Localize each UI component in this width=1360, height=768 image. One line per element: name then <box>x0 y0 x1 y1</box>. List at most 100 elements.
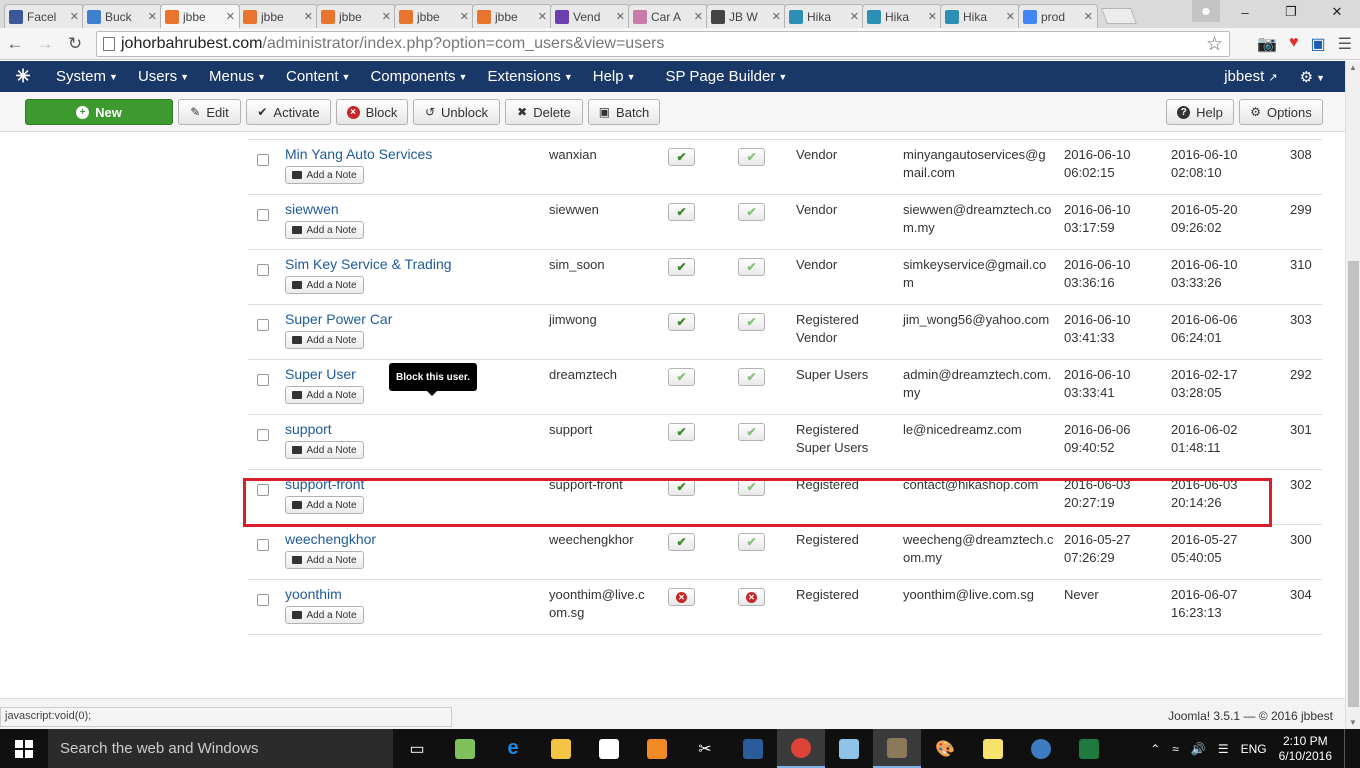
activated-toggle[interactable]: ✔ <box>738 368 765 386</box>
enabled-toggle[interactable]: ✔ <box>668 258 695 276</box>
new-button[interactable]: + New <box>25 99 173 125</box>
tab-close-icon[interactable]: ✕ <box>772 10 781 23</box>
tab-close-icon[interactable]: ✕ <box>148 10 157 23</box>
delete-button[interactable]: ✖ Delete <box>505 99 583 125</box>
tab-close-icon[interactable]: ✕ <box>616 10 625 23</box>
menu-users[interactable]: Users ▼ <box>128 68 199 85</box>
bookmark-star-icon[interactable]: ☆ <box>1206 33 1223 56</box>
edge-browser-icon[interactable]: e <box>489 729 537 768</box>
add-note-button[interactable]: Add a Note <box>285 276 364 294</box>
reload-icon[interactable]: ↻ <box>60 34 90 54</box>
notepad-app-icon[interactable] <box>441 729 489 768</box>
menu-components[interactable]: Components ▼ <box>360 68 477 85</box>
tab-close-icon[interactable]: ✕ <box>226 10 235 23</box>
user-name-link[interactable]: weechengkhor <box>285 531 376 547</box>
notes-app-icon[interactable] <box>825 729 873 768</box>
sticky-notes-icon[interactable] <box>969 729 1017 768</box>
excel-icon[interactable] <box>1065 729 1113 768</box>
tab-close-icon[interactable]: ✕ <box>850 10 859 23</box>
cast-icon[interactable]: ▣ <box>1311 34 1326 54</box>
add-note-button[interactable]: Add a Note <box>285 606 364 624</box>
virtualbox-icon[interactable] <box>729 729 777 768</box>
add-note-button[interactable]: Add a Note <box>285 496 364 514</box>
row-checkbox[interactable] <box>257 319 269 331</box>
user-name-link[interactable]: support <box>285 421 332 437</box>
add-note-button[interactable]: Add a Note <box>285 331 364 349</box>
tab-close-icon[interactable]: ✕ <box>1006 10 1015 23</box>
notifications-icon[interactable] <box>1344 729 1350 768</box>
block-button[interactable]: × Block <box>336 99 408 125</box>
gimp-icon[interactable] <box>873 729 921 768</box>
activated-toggle[interactable]: ✔ <box>738 258 765 276</box>
help-button[interactable]: ? Help <box>1166 99 1234 125</box>
tab-close-icon[interactable]: ✕ <box>382 10 391 23</box>
profile-icon[interactable]: ☻ <box>1192 0 1220 22</box>
new-tab-button[interactable] <box>1101 8 1137 24</box>
add-note-button[interactable]: Add a Note <box>285 441 364 459</box>
site-user-link[interactable]: jbbest ↗ <box>1224 68 1277 85</box>
activated-toggle[interactable]: ✔ <box>738 203 765 221</box>
browser-tab[interactable]: jbbe ✕ <box>238 4 318 28</box>
tab-close-icon[interactable]: ✕ <box>70 10 79 23</box>
joomla-logo-icon[interactable]: ✳ <box>0 66 46 87</box>
activated-toggle[interactable]: ✕ <box>738 588 765 606</box>
user-name-link[interactable]: Super User <box>285 366 356 382</box>
activated-toggle[interactable]: ✔ <box>738 478 765 496</box>
browser-tab[interactable]: jbbe ✕ <box>472 4 552 28</box>
enabled-toggle[interactable]: ✔ <box>668 423 695 441</box>
row-checkbox[interactable] <box>257 209 269 221</box>
task-view-icon[interactable]: ▭ <box>393 729 441 768</box>
user-menu[interactable]: ⚙ ▼ <box>1300 68 1325 86</box>
browser-tab[interactable]: jbbe ✕ <box>394 4 474 28</box>
options-button[interactable]: ⚙ Options <box>1239 99 1323 125</box>
xampp-icon[interactable] <box>633 729 681 768</box>
add-note-button[interactable]: Add a Note <box>285 221 364 239</box>
browser-tab[interactable]: JB W ✕ <box>706 4 786 28</box>
browser-tab[interactable]: jbbe ✕ <box>316 4 396 28</box>
enabled-toggle[interactable]: ✔ <box>668 313 695 331</box>
browser-tab[interactable]: Hika ✕ <box>940 4 1020 28</box>
taskbar-search[interactable]: Search the web and Windows <box>48 729 393 768</box>
close-window-icon[interactable]: ✕ <box>1314 0 1360 24</box>
activated-toggle[interactable]: ✔ <box>738 313 765 331</box>
add-note-button[interactable]: Add a Note <box>285 386 364 404</box>
back-icon[interactable]: ← <box>0 34 30 54</box>
browser-tab[interactable]: Vend ✕ <box>550 4 630 28</box>
menu-sp-page-builder[interactable]: SP Page Builder ▼ <box>656 68 798 85</box>
tab-close-icon[interactable]: ✕ <box>694 10 703 23</box>
row-checkbox[interactable] <box>257 429 269 441</box>
file-explorer-icon[interactable] <box>537 729 585 768</box>
pocket-icon[interactable]: ♥ <box>1289 34 1299 54</box>
start-button[interactable] <box>0 729 48 768</box>
scroll-thumb[interactable] <box>1348 261 1359 707</box>
menu-help[interactable]: Help ▼ <box>583 68 646 85</box>
camera-icon[interactable]: 📷 <box>1257 34 1277 54</box>
row-checkbox[interactable] <box>257 539 269 551</box>
enabled-toggle[interactable]: ✔ <box>668 148 695 166</box>
tab-close-icon[interactable]: ✕ <box>460 10 469 23</box>
menu-icon[interactable]: ☰ <box>1338 34 1352 54</box>
show-hidden-icons-icon[interactable]: ⌃ <box>1150 742 1160 756</box>
row-checkbox[interactable] <box>257 594 269 606</box>
thunderbird-icon[interactable] <box>1017 729 1065 768</box>
browser-tab[interactable]: jbbe ✕ <box>160 4 240 28</box>
user-name-link[interactable]: Min Yang Auto Services <box>285 146 432 162</box>
unblock-button[interactable]: ↺ Unblock <box>413 99 500 125</box>
browser-tab[interactable]: prod ✕ <box>1018 4 1098 28</box>
maximize-icon[interactable]: ❐ <box>1268 0 1314 24</box>
chrome-icon[interactable] <box>777 729 825 768</box>
enabled-toggle[interactable]: ✔ <box>668 203 695 221</box>
minimize-icon[interactable]: – <box>1222 0 1268 24</box>
activated-toggle[interactable]: ✔ <box>738 148 765 166</box>
add-note-button[interactable]: Add a Note <box>285 551 364 569</box>
row-checkbox[interactable] <box>257 264 269 276</box>
menu-extensions[interactable]: Extensions ▼ <box>477 68 582 85</box>
scroll-down-icon[interactable]: ▼ <box>1349 718 1357 727</box>
store-icon[interactable] <box>585 729 633 768</box>
enabled-toggle[interactable]: ✔ <box>668 478 695 496</box>
menu-system[interactable]: System ▼ <box>46 68 128 85</box>
wifi-icon[interactable]: ≈ <box>1172 742 1179 756</box>
user-name-link[interactable]: support-front <box>285 476 364 492</box>
language-indicator[interactable]: ENG <box>1241 742 1267 756</box>
forward-icon[interactable]: → <box>30 34 60 54</box>
